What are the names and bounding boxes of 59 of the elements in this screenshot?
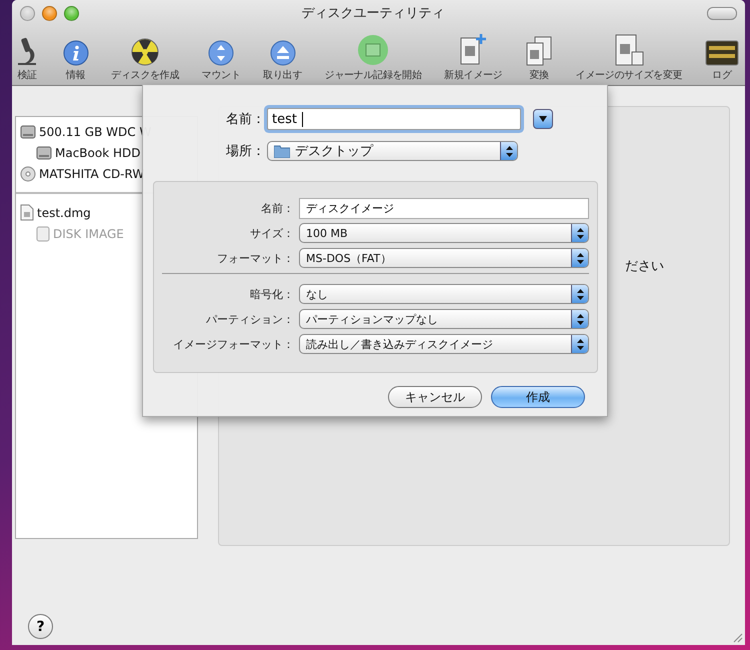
panel-text: ださい (625, 259, 664, 274)
toolbar-item[interactable]: 新規イメージ (444, 34, 502, 82)
optical-disc-icon (20, 166, 36, 182)
popup-select[interactable]: 100 MB (299, 223, 589, 243)
close-button[interactable] (20, 6, 35, 20)
toolbar-item[interactable]: 検証 (14, 36, 40, 82)
hard-drive-icon (20, 124, 36, 140)
document-icon (20, 204, 34, 221)
log-display-icon (704, 40, 739, 66)
field-label: 暗号化： (249, 286, 295, 302)
toolbar-item[interactable]: マウント (202, 40, 241, 82)
new-document-icon (459, 34, 488, 66)
toolbar-toggle-button[interactable] (707, 6, 737, 20)
disk-image-icon (36, 226, 50, 242)
toolbar-item[interactable]: ログ (704, 40, 739, 82)
eject-icon (270, 40, 296, 66)
name-input-field[interactable]: test (267, 108, 521, 130)
popup-select[interactable]: 読み出し／書き込みディスクイメージ (299, 334, 589, 354)
caret-icon (539, 116, 547, 122)
radiation-icon (131, 38, 160, 66)
field-label: 名前： (260, 200, 295, 216)
info-icon (62, 40, 89, 66)
popup-select[interactable]: MS-DOS（FAT） (299, 248, 589, 268)
dialog-button[interactable]: 作成 (491, 386, 585, 408)
toolbar-item[interactable]: ジャーナル記録を開始 (324, 34, 422, 82)
documents-icon (525, 36, 554, 66)
stepper-arrows-icon (576, 338, 584, 350)
stepper-arrows-icon (506, 146, 512, 156)
mount-icon (208, 40, 234, 66)
field-label: 場所： (225, 143, 266, 160)
dialog-button[interactable]: キャンセル (388, 386, 482, 408)
stepper-arrows-icon (576, 228, 584, 238)
popup-select[interactable]: なし (299, 284, 589, 304)
location-select[interactable]: デスクトップ (267, 141, 518, 161)
field-label: イメージフォーマット： (172, 336, 295, 352)
field-label: 名前： (225, 111, 266, 128)
disk-glow-icon (357, 34, 390, 66)
field-label: フォーマット： (216, 250, 295, 266)
help-button[interactable]: ? (28, 614, 53, 639)
expand-button[interactable] (533, 109, 553, 129)
resize-grip-icon[interactable] (731, 631, 743, 643)
toolbar-item[interactable]: 情報 (62, 40, 89, 82)
toolbar-item[interactable]: ディスクを作成 (111, 38, 180, 82)
toolbar-item[interactable]: イメージのサイズを変更 (576, 34, 682, 82)
minimize-button[interactable] (42, 6, 57, 20)
toolbar-item[interactable]: 変換 (525, 36, 554, 82)
toolbar-item[interactable]: 取り出す (263, 40, 302, 82)
field-label: パーティション： (205, 312, 295, 326)
text-input-field[interactable]: ディスクイメージ (299, 198, 589, 218)
resize-document-icon (614, 34, 644, 66)
stepper-arrows-icon (576, 314, 584, 324)
field-label: サイズ： (249, 226, 295, 240)
window-title: ディスクユーティリティ (300, 5, 446, 22)
hard-drive-icon (36, 144, 52, 160)
stepper-arrows-icon (576, 252, 584, 264)
folder-icon (274, 144, 290, 158)
stepper-arrows-icon (576, 288, 584, 300)
zoom-button[interactable] (64, 6, 79, 20)
popup-select[interactable]: パーティションマップなし (299, 309, 589, 329)
